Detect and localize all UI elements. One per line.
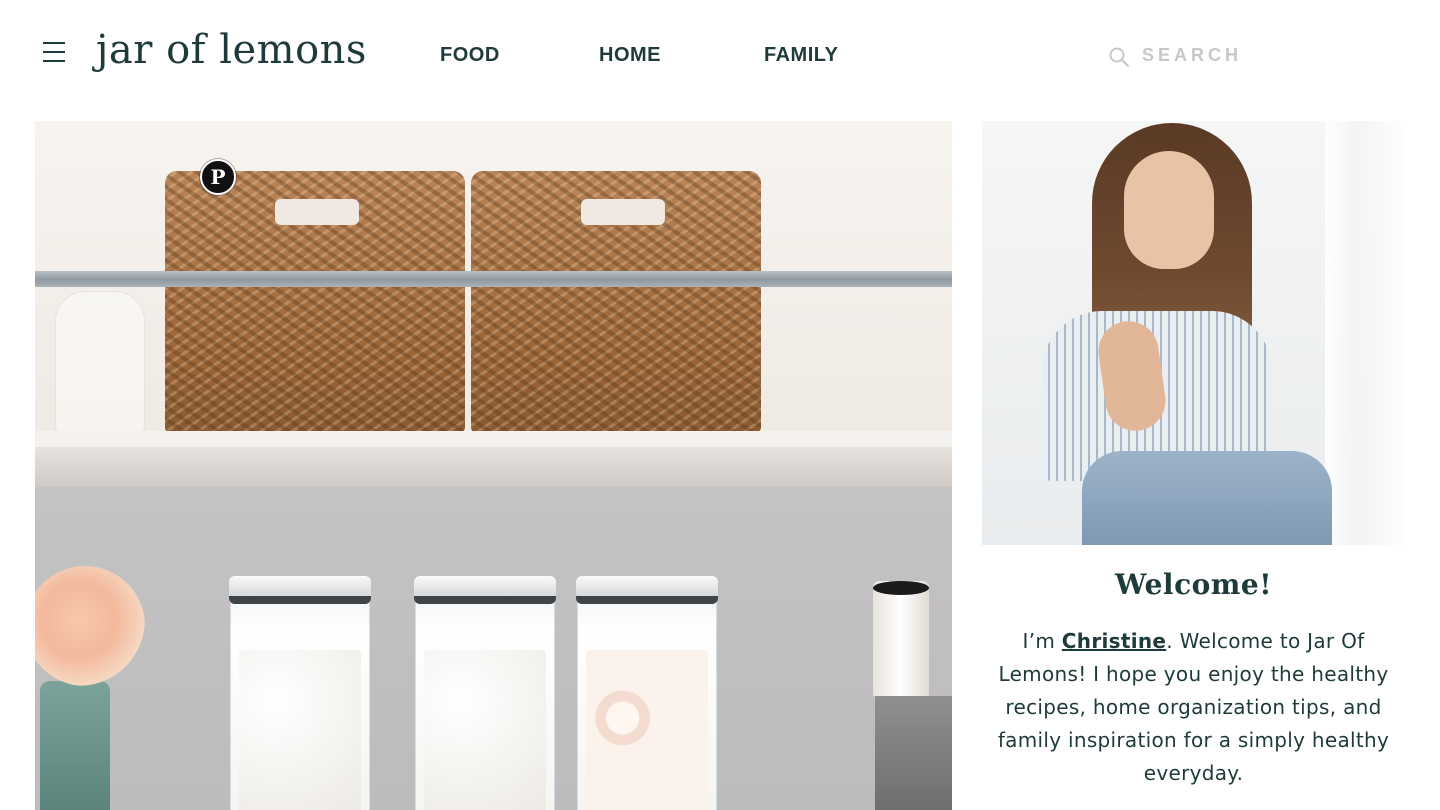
menu-line — [43, 42, 65, 44]
pinterest-icon[interactable]: P — [200, 159, 236, 195]
menu-line — [43, 60, 65, 62]
search-box — [1108, 40, 1308, 70]
basket-handle — [581, 199, 665, 225]
closet-rod — [35, 271, 952, 287]
site-header: jar of lemons FOOD HOME FAMILY — [0, 0, 1440, 110]
welcome-text: I’m Christine. Welcome to Jar Of Lemons!… — [982, 625, 1405, 790]
container-lid — [414, 576, 556, 604]
intro-prefix: I’m — [1022, 629, 1062, 653]
shelf-edge — [35, 447, 952, 487]
lint-roller — [873, 581, 929, 699]
hero-image[interactable]: P — [35, 121, 952, 810]
storage-container — [229, 576, 371, 810]
site-logo[interactable]: jar of lemons — [96, 20, 367, 80]
pinterest-glyph: P — [210, 165, 226, 189]
container-lid — [576, 576, 718, 604]
nav-item-home[interactable]: HOME — [599, 40, 661, 70]
photo-curtain — [1325, 121, 1405, 545]
green-bottle — [40, 681, 110, 810]
storage-container — [414, 576, 556, 810]
photo-face — [1124, 151, 1214, 269]
hamburger-menu-icon[interactable] — [43, 42, 65, 64]
container-contents — [424, 650, 546, 810]
woven-basket — [165, 171, 465, 433]
search-input[interactable] — [1142, 40, 1302, 70]
nav-item-family[interactable]: FAMILY — [764, 40, 839, 70]
woven-basket — [471, 171, 761, 433]
container-lid — [229, 576, 371, 604]
author-link[interactable]: Christine — [1062, 629, 1166, 653]
glass-vase — [55, 291, 145, 436]
nav-item-food[interactable]: FOOD — [440, 40, 500, 70]
container-contents — [239, 650, 361, 810]
author-photo — [982, 121, 1405, 545]
metal-crate — [875, 696, 952, 810]
basket-handle — [275, 199, 359, 225]
photo-jeans — [1082, 451, 1332, 545]
search-icon[interactable] — [1108, 46, 1130, 68]
container-contents — [586, 650, 708, 810]
storage-container — [576, 576, 718, 810]
welcome-heading: Welcome! — [1114, 568, 1273, 601]
menu-line — [43, 51, 65, 53]
